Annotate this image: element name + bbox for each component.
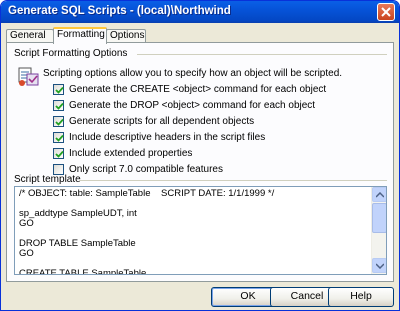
formatting-description: Scripting options allow you to specify h… [43, 68, 343, 79]
window-title: Generate SQL Scripts - (local)\Northwind [8, 5, 231, 17]
checkbox-extended[interactable] [53, 148, 64, 159]
scroll-down-button[interactable] [372, 258, 386, 273]
checkmark-icon [55, 86, 64, 94]
tab-options[interactable]: Options [106, 29, 146, 43]
dialog-window: Generate SQL Scripts - (local)\Northwind… [0, 0, 400, 311]
tab-options-label: Options [110, 30, 145, 41]
checkmark-icon [55, 118, 64, 126]
tab-formatting-label: Formatting [57, 29, 105, 40]
template-divider [79, 180, 387, 181]
checkbox-drop[interactable] [53, 100, 64, 111]
close-icon [381, 7, 391, 17]
option-label: Only script 7.0 compatible features [69, 164, 223, 175]
scripting-options-icon [18, 67, 39, 86]
group-divider [137, 54, 387, 55]
option-label: Generate scripts for all dependent objec… [69, 116, 255, 127]
checkmark-icon [55, 134, 64, 142]
scroll-up-button[interactable] [372, 187, 386, 202]
option-label: Include extended properties [69, 148, 193, 159]
tab-general-label: General [10, 30, 46, 41]
formatting-group-label: Script Formatting Options [14, 48, 128, 59]
option-label: Generate the DROP <object> command for e… [69, 100, 316, 111]
formatting-panel: Script Formatting Options Scripting opti… [6, 42, 394, 282]
scroll-down-icon [376, 263, 384, 269]
scroll-thumb[interactable] [372, 203, 386, 233]
template-label: Script template [14, 174, 81, 185]
help-button[interactable]: Help [328, 287, 394, 307]
script-template-box[interactable]: /* OBJECT: table: SampleTable SCRIPT DAT… [14, 186, 387, 275]
checkbox-create[interactable] [53, 84, 64, 95]
scroll-up-icon [376, 192, 384, 198]
script-template-text: /* OBJECT: table: SampleTable SCRIPT DAT… [19, 188, 275, 275]
close-button[interactable] [377, 3, 395, 21]
option-label: Generate the CREATE <object> command for… [69, 84, 327, 95]
option-label: Include descriptive headers in the scrip… [69, 132, 266, 143]
vertical-scrollbar[interactable] [371, 187, 386, 274]
checkbox-dependent[interactable] [53, 116, 64, 127]
title-bar[interactable]: Generate SQL Scripts - (local)\Northwind [1, 1, 399, 23]
tab-general[interactable]: General [6, 29, 54, 43]
checkmark-icon [55, 102, 64, 110]
tab-formatting[interactable]: Formatting [53, 27, 107, 44]
checkbox-headers[interactable] [53, 132, 64, 143]
checkmark-icon [55, 150, 64, 158]
